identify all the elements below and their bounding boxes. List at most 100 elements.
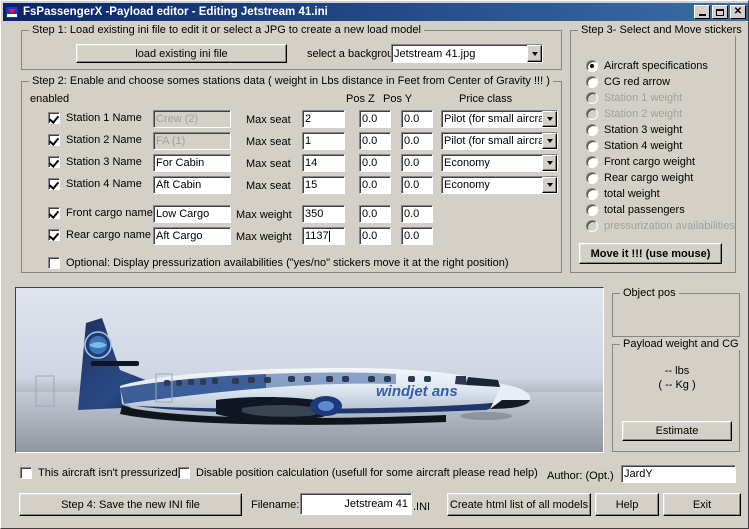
radio-icon[interactable] xyxy=(586,156,598,168)
station-2-enable[interactable]: Station 2 Name xyxy=(48,134,142,146)
author-input[interactable]: JardY xyxy=(621,465,736,483)
station-1-maxseat-label: Max seat xyxy=(246,114,291,126)
col-posy-label: Pos Y xyxy=(383,93,413,105)
rear-cargo-maxweight-value: 1137 xyxy=(305,230,329,242)
close-button[interactable]: ✕ xyxy=(730,5,746,19)
exit-button[interactable]: Exit xyxy=(663,493,741,516)
station-4-enable[interactable]: Station 4 Name xyxy=(48,178,142,190)
front-cargo-name-input[interactable]: Low Cargo xyxy=(153,205,231,223)
station-2-posy-input[interactable]: 0.0 xyxy=(401,132,433,150)
sticker-option-label: total passengers xyxy=(604,204,685,216)
station-4-name-input[interactable]: Aft Cabin xyxy=(153,176,231,194)
radio-icon[interactable] xyxy=(586,140,598,152)
sticker-option-station-3-weight[interactable]: Station 3 weight xyxy=(586,124,682,136)
filename-input[interactable]: Jetstream 41 xyxy=(300,493,412,515)
station-4-posz-input[interactable]: 0.0 xyxy=(359,176,391,194)
pressurization-option-checkbox[interactable]: Optional: Display pressurization availab… xyxy=(48,257,509,269)
station-3-price-combo[interactable]: Economy xyxy=(441,154,558,172)
aircraft-preview-panel[interactable]: windjet ans PAX TOW 15-29 1-14 station3 … xyxy=(15,287,604,453)
station-3-posy-input[interactable]: 0.0 xyxy=(401,154,433,172)
station-3-enable[interactable]: Station 3 Name xyxy=(48,156,142,168)
checkbox-icon[interactable] xyxy=(48,134,60,146)
station-3-maxseat-input[interactable]: 14 xyxy=(302,154,345,172)
help-button[interactable]: Help xyxy=(595,493,659,516)
checkbox-icon[interactable] xyxy=(48,178,60,190)
filename-label: Filename: xyxy=(251,499,300,511)
move-it-button[interactable]: Move it !!! (use mouse) xyxy=(579,243,722,264)
checkbox-icon[interactable] xyxy=(178,467,190,479)
sticker-option-aircraft-specifications[interactable]: Aircraft specifications xyxy=(586,60,708,72)
station-2-maxseat-input[interactable]: 1 xyxy=(302,132,345,150)
station-1-price-value: Pilot (for small aircraft) xyxy=(444,113,542,125)
station-1-posy-input[interactable]: 0.0 xyxy=(401,110,433,128)
front-cargo-maxweight-label: Max weight xyxy=(236,209,292,221)
step1-legend: Step 1: Load existing ini file to edit i… xyxy=(29,24,424,36)
sticker-option-total-weight[interactable]: total weight xyxy=(586,188,660,200)
sticker-option-cg-red-arrow[interactable]: CG red arrow xyxy=(586,76,670,88)
sticker-option-label: pressurization availabilities xyxy=(604,220,735,232)
rear-cargo-posz-input[interactable]: 0.0 xyxy=(359,227,391,245)
sticker-option-station-4-weight[interactable]: Station 4 weight xyxy=(586,140,682,152)
station-row-label: Station 3 Name xyxy=(66,156,142,168)
load-ini-button[interactable]: load existing ini file xyxy=(76,44,287,63)
radio-icon[interactable] xyxy=(586,76,598,88)
col-posz-label: Pos Z xyxy=(346,93,375,105)
maximize-button[interactable] xyxy=(712,5,728,19)
station-4-price-combo[interactable]: Economy xyxy=(441,176,558,194)
disable-position-label: Disable position calculation (usefull fo… xyxy=(196,467,538,479)
save-ini-button[interactable]: Step 4: Save the new INI file xyxy=(19,493,242,516)
create-html-list-button[interactable]: Create html list of all models xyxy=(447,493,591,516)
sticker-option-rear-cargo-weight[interactable]: Rear cargo weight xyxy=(586,172,693,184)
sticker-option-label: Station 1 weight xyxy=(604,92,683,104)
front-cargo-posz-input[interactable]: 0.0 xyxy=(359,205,391,223)
checkbox-icon[interactable] xyxy=(48,156,60,168)
station-1-name-input[interactable]: Crew (2) xyxy=(153,110,231,128)
radio-icon[interactable] xyxy=(586,60,598,72)
radio-icon[interactable] xyxy=(586,204,598,216)
checkbox-icon[interactable] xyxy=(48,229,60,241)
checkbox-icon[interactable] xyxy=(48,207,60,219)
station-2-price-combo[interactable]: Pilot (for small aircraft) xyxy=(441,132,558,150)
station-3-posz-input[interactable]: 0.0 xyxy=(359,154,391,172)
disable-position-checkbox[interactable]: Disable position calculation (usefull fo… xyxy=(178,467,538,479)
chevron-down-icon[interactable] xyxy=(542,133,557,149)
minimize-button[interactable] xyxy=(694,5,710,19)
station-3-name-input[interactable]: For Cabin xyxy=(153,154,231,172)
station-2-posz-input[interactable]: 0.0 xyxy=(359,132,391,150)
not-pressurized-checkbox[interactable]: This aircraft isn't pressurized xyxy=(20,467,178,479)
sticker-option-total-passengers[interactable]: total passengers xyxy=(586,204,685,216)
sticker-option-front-cargo-weight[interactable]: Front cargo weight xyxy=(586,156,695,168)
front-cargo-maxweight-input[interactable]: 350 xyxy=(302,205,345,223)
station-1-maxseat-input[interactable]: 2 xyxy=(302,110,345,128)
rear-cargo-posy-input[interactable]: 0.0 xyxy=(401,227,433,245)
station-4-posy-input[interactable]: 0.0 xyxy=(401,176,433,194)
sticker-option-label: Front cargo weight xyxy=(604,156,696,168)
checkbox-icon[interactable] xyxy=(20,467,32,479)
checkbox-icon[interactable] xyxy=(48,112,60,124)
station-1-price-combo[interactable]: Pilot (for small aircraft) xyxy=(441,110,558,128)
step2-legend: Step 2: Enable and choose somes stations… xyxy=(29,75,553,87)
station-4-maxseat-input[interactable]: 15 xyxy=(302,176,345,194)
station-1-posz-input[interactable]: 0.0 xyxy=(359,110,391,128)
background-combo[interactable]: Jetstream 41.jpg xyxy=(391,44,543,63)
title-bar: FsPassengerX -Payload editor - Editing J… xyxy=(3,3,748,21)
step1-group: Step 1: Load existing ini file to edit i… xyxy=(21,24,562,70)
rear-cargo-maxweight-input[interactable]: 1137 xyxy=(302,227,345,245)
estimate-button[interactable]: Estimate xyxy=(622,421,732,441)
front-cargo-enable[interactable]: Front cargo name xyxy=(48,207,153,219)
front-cargo-posy-input[interactable]: 0.0 xyxy=(401,205,433,223)
station-1-enable[interactable]: Station 1 Name xyxy=(48,112,142,124)
rear-cargo-enable[interactable]: Rear cargo name xyxy=(48,229,151,241)
sticker-option-label: Rear cargo weight xyxy=(604,172,694,184)
chevron-down-icon[interactable] xyxy=(542,111,557,127)
radio-icon[interactable] xyxy=(586,188,598,200)
chevron-down-icon[interactable] xyxy=(527,45,542,62)
radio-icon[interactable] xyxy=(586,172,598,184)
station-2-name-input[interactable]: FA (1) xyxy=(153,132,231,150)
radio-icon[interactable] xyxy=(586,124,598,136)
chevron-down-icon[interactable] xyxy=(542,177,557,193)
enabled-label: enabled xyxy=(30,93,70,105)
checkbox-icon[interactable] xyxy=(48,257,60,269)
chevron-down-icon[interactable] xyxy=(542,155,557,171)
rear-cargo-name-input[interactable]: Aft Cargo xyxy=(153,227,231,245)
